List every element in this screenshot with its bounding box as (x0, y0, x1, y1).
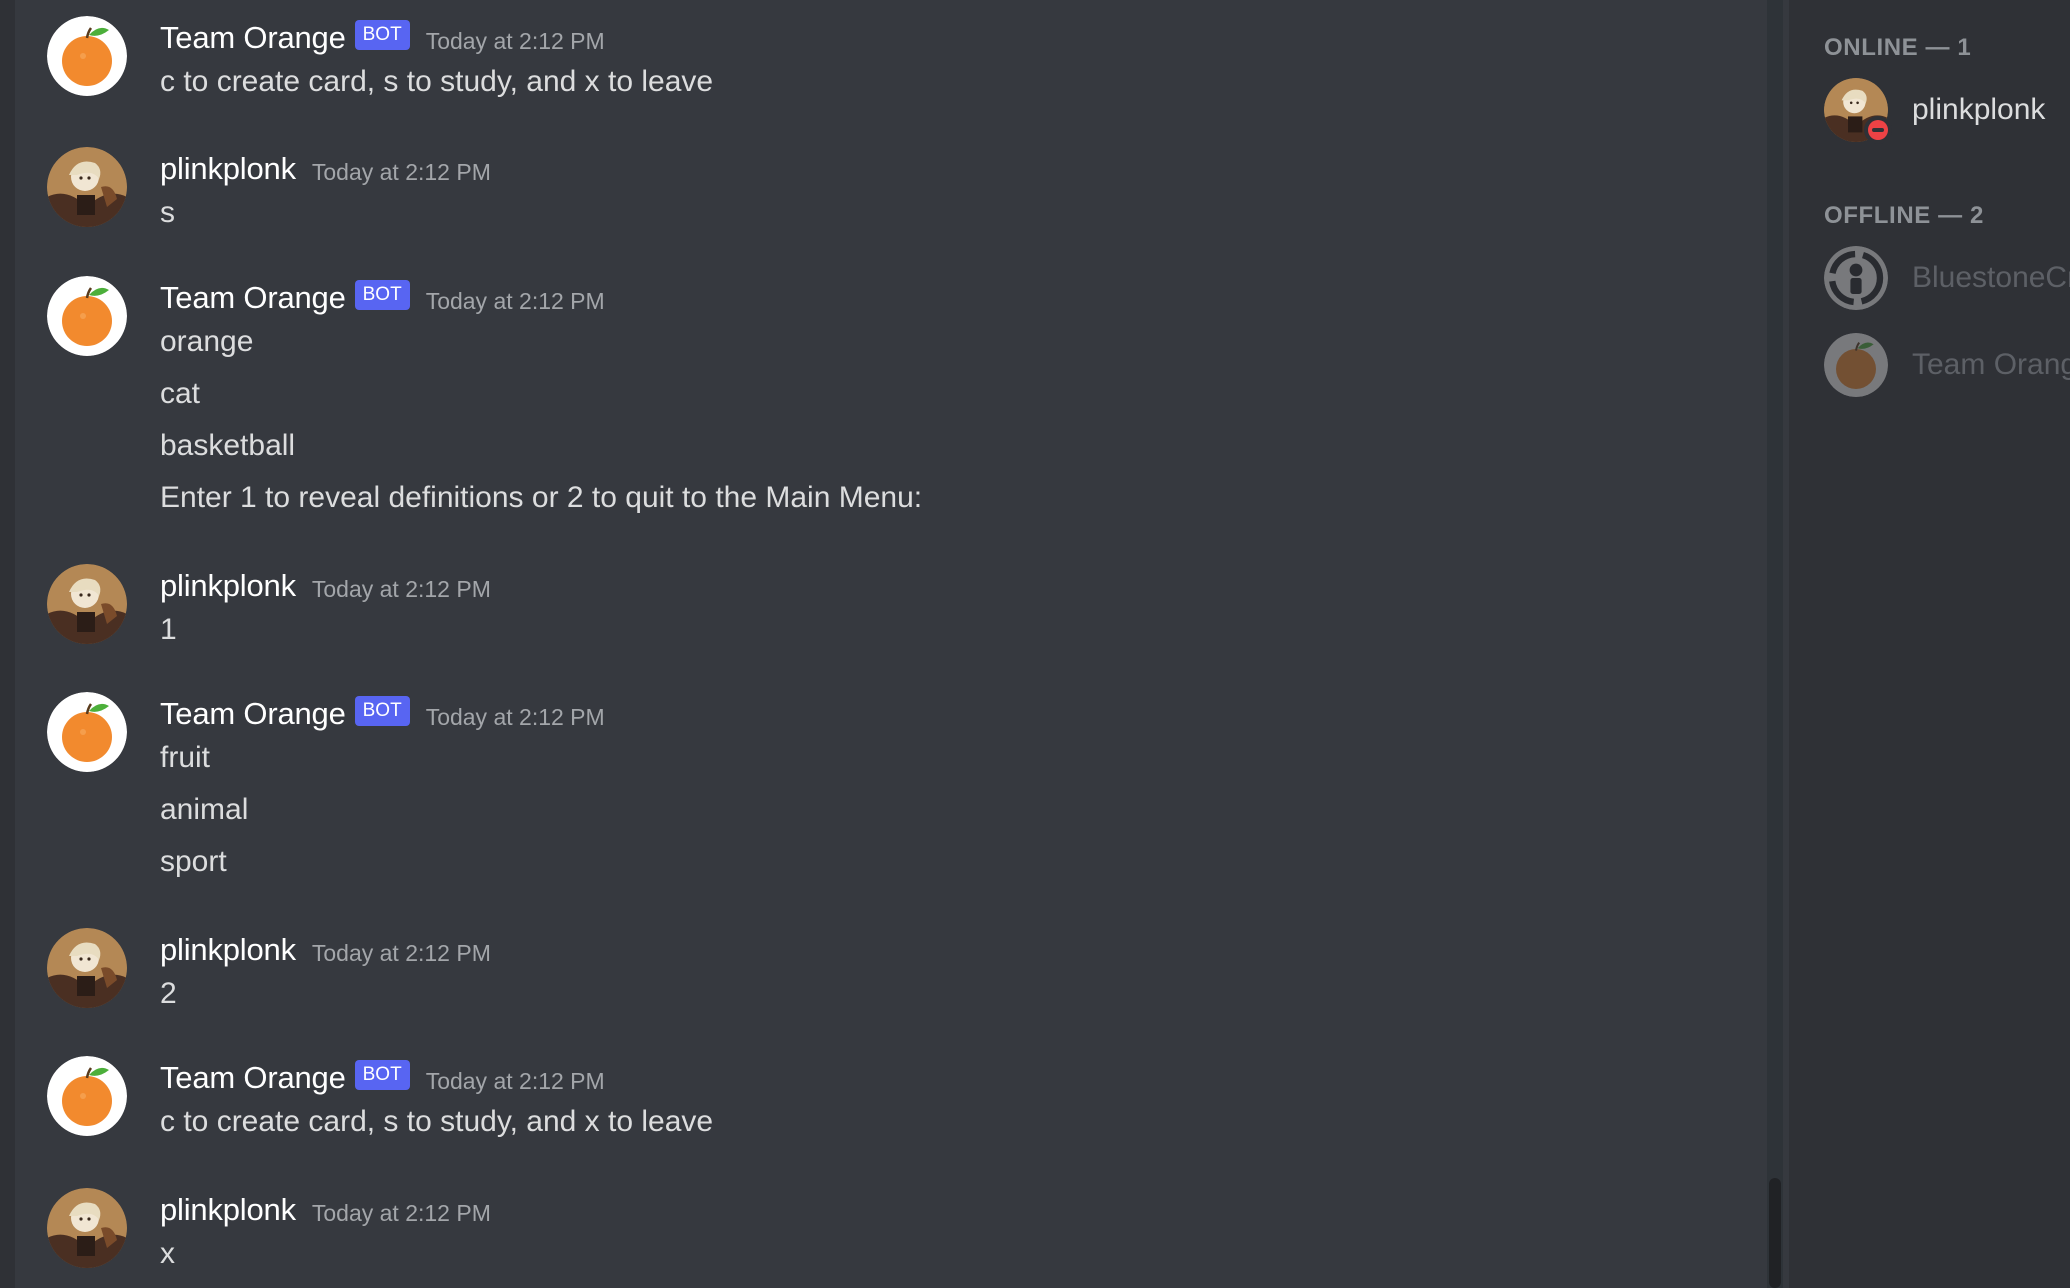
user-avatar-icon (1824, 78, 1892, 144)
message-text: 1 (160, 613, 177, 646)
bot-badge: BOT (354, 1060, 410, 1090)
message-text: cat (160, 377, 201, 410)
user-avatar-icon[interactable] (47, 1188, 127, 1268)
message-header: Team Orange BOT Today at 2:12 PM (160, 276, 605, 320)
online-heading: ONLINE — 1 (1824, 34, 1972, 61)
bot-badge: BOT (354, 20, 410, 50)
user-avatar-icon[interactable] (47, 928, 127, 1008)
message-text: x (160, 1237, 175, 1270)
member-item-bluestonecr[interactable]: BluestoneCr (1824, 245, 2070, 311)
member-name: BluestoneCr (1912, 261, 2070, 294)
message-header: Team Orange BOT Today at 2:12 PM (160, 692, 605, 736)
author-name[interactable]: Team Orange (160, 1060, 346, 1096)
channel-sidebar-edge (0, 0, 15, 1288)
author-name[interactable]: Team Orange (160, 696, 346, 732)
message-text: fruit (160, 741, 211, 774)
dnd-status-icon (1864, 116, 1892, 144)
message-text: c to create card, s to study, and x to l… (160, 1105, 714, 1138)
default-avatar-icon (1824, 246, 1888, 310)
message-timestamp: Today at 2:12 PM (425, 27, 605, 54)
message-timestamp: Today at 2:12 PM (311, 575, 491, 602)
message-header: plinkplonk Today at 2:12 PM (160, 1188, 491, 1232)
discord-window: Team Orange BOT Today at 2:12 PM c to cr… (0, 0, 2070, 1288)
orange-avatar-icon (1824, 333, 1888, 397)
message-header: Team Orange BOT Today at 2:12 PM (160, 1056, 605, 1100)
scrollbar-track[interactable] (1767, 0, 1783, 1288)
message-timestamp: Today at 2:12 PM (311, 1199, 491, 1226)
author-name[interactable]: plinkplonk (160, 1192, 296, 1228)
offline-heading: OFFLINE — 2 (1824, 202, 1984, 229)
member-item-team-orange[interactable]: Team Orang (1824, 332, 2070, 398)
message-timestamp: Today at 2:12 PM (311, 158, 491, 185)
message-text: c to create card, s to study, and x to l… (160, 65, 714, 98)
message-header: Team Orange BOT Today at 2:12 PM (160, 16, 605, 60)
message-text: orange (160, 325, 254, 358)
user-avatar-icon[interactable] (47, 147, 127, 227)
member-item-plinkplonk[interactable]: plinkplonk (1824, 77, 2070, 144)
orange-avatar-icon[interactable] (47, 692, 127, 772)
author-name[interactable]: Team Orange (160, 20, 346, 56)
member-name: Team Orang (1912, 348, 2070, 381)
scrollbar-thumb[interactable] (1769, 1178, 1781, 1288)
user-avatar-icon[interactable] (47, 564, 127, 644)
message-timestamp: Today at 2:12 PM (425, 287, 605, 314)
bot-badge: BOT (354, 696, 410, 726)
message-header: plinkplonk Today at 2:12 PM (160, 928, 491, 972)
member-list: ONLINE — 1 plinkplonk OFFLINE — 2 Bluest… (1789, 0, 2070, 1288)
message-header: plinkplonk Today at 2:12 PM (160, 147, 491, 191)
bot-badge: BOT (354, 280, 410, 310)
message-text: basketball (160, 429, 296, 462)
message-text: sport (160, 845, 227, 878)
message-text: Enter 1 to reveal definitions or 2 to qu… (160, 481, 923, 514)
message-timestamp: Today at 2:12 PM (311, 939, 491, 966)
orange-avatar-icon[interactable] (47, 276, 127, 356)
member-name: plinkplonk (1912, 93, 2046, 126)
author-name[interactable]: plinkplonk (160, 568, 296, 604)
message-text: 2 (160, 977, 177, 1010)
author-name[interactable]: Team Orange (160, 280, 346, 316)
orange-avatar-icon[interactable] (47, 16, 127, 96)
message-text: animal (160, 793, 249, 826)
message-header: plinkplonk Today at 2:12 PM (160, 564, 491, 608)
message-timestamp: Today at 2:12 PM (425, 703, 605, 730)
orange-avatar-icon[interactable] (47, 1056, 127, 1136)
author-name[interactable]: plinkplonk (160, 932, 296, 968)
author-name[interactable]: plinkplonk (160, 151, 296, 187)
message-list: Team Orange BOT Today at 2:12 PM c to cr… (15, 0, 1769, 1288)
message-timestamp: Today at 2:12 PM (425, 1067, 605, 1094)
message-text: s (160, 196, 175, 229)
